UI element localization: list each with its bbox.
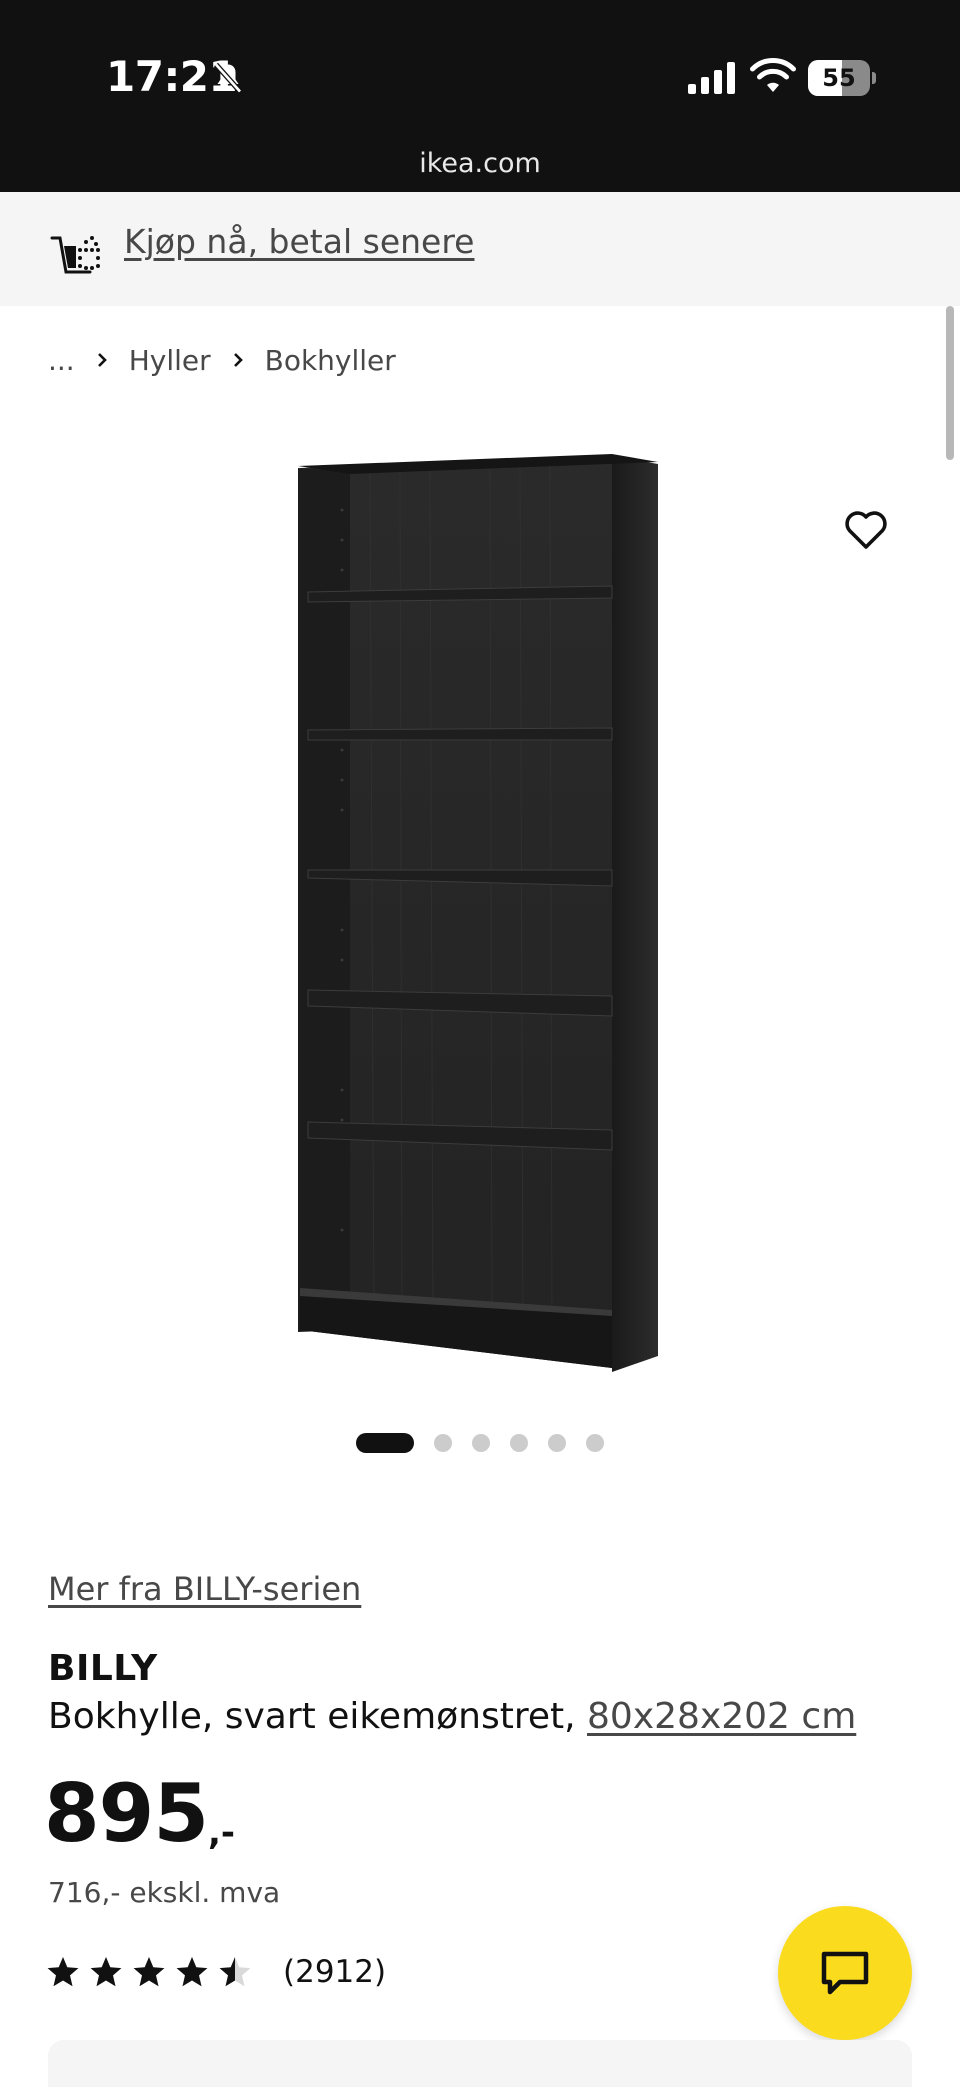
star-icon xyxy=(47,1957,79,1987)
address-bar-url[interactable]: ikea.com xyxy=(0,148,960,179)
gallery-dot[interactable] xyxy=(548,1434,566,1452)
cellular-signal-icon xyxy=(688,62,735,94)
chevron-right-icon xyxy=(233,353,243,367)
favorite-button[interactable] xyxy=(838,502,894,558)
price-suffix: ,- xyxy=(208,1813,236,1853)
size-link[interactable]: 80x28x202 cm xyxy=(587,1696,856,1737)
product-description: Bokhylle, svart eikemønstret, 80x28x202 … xyxy=(48,1696,856,1737)
bottom-info-card xyxy=(48,2040,912,2087)
price-excl-vat: 716,- ekskl. mva xyxy=(48,1876,281,1909)
product-description-text: Bokhylle, svart eikemønstret, xyxy=(48,1696,588,1737)
browser-chrome: 17:21 55 ikea.com xyxy=(0,0,960,192)
gallery-dot[interactable] xyxy=(356,1433,414,1453)
price-amount: 895 xyxy=(44,1767,209,1860)
gallery-dot[interactable] xyxy=(586,1434,604,1452)
star-icon xyxy=(176,1957,208,1987)
product-price: 895 ,- xyxy=(44,1774,235,1854)
promo-banner: Kjøp nå, betal senere xyxy=(0,192,960,306)
gallery-dot[interactable] xyxy=(510,1434,528,1452)
breadcrumb: ... Hyller Bokhyller xyxy=(48,340,396,380)
product-image-bookcase[interactable] xyxy=(290,450,670,1380)
product-name: BILLY xyxy=(48,1648,158,1689)
star-icon xyxy=(133,1957,165,1987)
chat-icon xyxy=(821,1951,869,1995)
chevron-right-icon xyxy=(97,353,107,367)
battery-percent: 55 xyxy=(822,64,856,92)
pay-later-link[interactable]: Kjøp nå, betal senere xyxy=(124,222,474,261)
star-icon xyxy=(90,1957,122,1987)
star-icon xyxy=(219,1957,251,1987)
shopping-cart-icon xyxy=(50,236,100,274)
bell-muted-icon xyxy=(214,62,242,94)
chat-button[interactable] xyxy=(778,1906,912,2040)
rating-count: (2912) xyxy=(283,1954,387,1990)
heart-icon xyxy=(845,511,887,549)
breadcrumb-bokhyller[interactable]: Bokhyller xyxy=(265,344,396,377)
gallery-pagination xyxy=(356,1432,624,1454)
breadcrumb-ellipsis[interactable]: ... xyxy=(48,344,75,377)
battery-indicator: 55 xyxy=(808,60,876,96)
rating-stars[interactable]: (2912) xyxy=(46,1954,386,1990)
wifi-icon xyxy=(750,58,796,92)
breadcrumb-hyller[interactable]: Hyller xyxy=(129,344,211,377)
gallery-dot[interactable] xyxy=(434,1434,452,1452)
series-link[interactable]: Mer fra BILLY-serien xyxy=(48,1570,361,1608)
page-scrollbar[interactable] xyxy=(946,306,954,460)
gallery-dot[interactable] xyxy=(472,1434,490,1452)
